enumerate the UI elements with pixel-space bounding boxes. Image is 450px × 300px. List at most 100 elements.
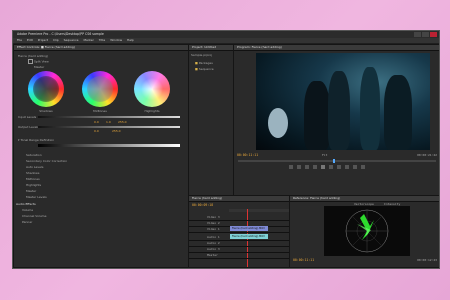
channel-volume-row[interactable]: Channel Volume xyxy=(22,214,46,218)
checkbox-icon xyxy=(28,59,33,64)
play-button[interactable] xyxy=(321,165,325,169)
effect-controls-tab[interactable]: Effect Controls: ■ Fierce (hard adding) xyxy=(14,45,188,51)
export-frame-button[interactable] xyxy=(361,165,365,169)
input-levels-slider[interactable] xyxy=(38,116,180,118)
figure-silhouette xyxy=(328,71,350,150)
program-fit-dropdown[interactable]: Fit xyxy=(322,153,327,157)
tonal-range-row[interactable]: ▾ Tonal Range Definition xyxy=(18,138,54,142)
menu-help[interactable]: Help xyxy=(127,38,134,43)
input-level-white[interactable]: 255.0 xyxy=(118,120,127,124)
program-timecode-current[interactable]: 00:00:11:11 xyxy=(237,153,258,157)
project-folder-packages[interactable]: ■ Packages xyxy=(195,61,213,65)
menu-bar: File Edit Project Clip Sequence Marker T… xyxy=(13,38,439,43)
menu-title[interactable]: Title xyxy=(99,38,105,43)
audio-clip[interactable]: Fierce (hard adding).MOV xyxy=(230,234,268,239)
timeline-panel: Fierce (hard adding) 00:00:09:18 Video 3… xyxy=(188,195,290,268)
highlights-wheel-center xyxy=(139,76,165,102)
step-forward-button[interactable] xyxy=(337,165,341,169)
program-video-frame[interactable] xyxy=(256,53,430,150)
project-panel: Project: Untitled Sample.prproj ■ Packag… xyxy=(188,44,234,196)
shadows-label: Shadows xyxy=(39,109,53,113)
title-bar: Adobe Premiere Pro - C:\Users\Desktop\PP… xyxy=(13,31,439,38)
midtones-label: Midtones xyxy=(93,109,107,113)
minimize-button[interactable] xyxy=(414,32,421,37)
vectorscope-display[interactable] xyxy=(324,206,410,256)
playhead[interactable] xyxy=(333,159,336,163)
step-back-button[interactable] xyxy=(289,165,293,169)
figure-silhouette xyxy=(384,75,412,150)
split-view-toggle[interactable]: Split View xyxy=(28,59,49,64)
output-level-black[interactable]: 0.0 xyxy=(94,129,99,133)
track-label: Audio 3 xyxy=(207,247,220,251)
vectorscope-graticule-icon xyxy=(345,209,389,253)
track-label: Video 3 xyxy=(207,215,220,219)
menu-marker[interactable]: Marker xyxy=(83,38,93,43)
menu-edit[interactable]: Edit xyxy=(27,38,33,43)
tonal-range-gradient[interactable] xyxy=(38,144,180,147)
project-file-label: Sample.prproj xyxy=(191,53,213,57)
track-video-1[interactable]: Video 1 Fierce (hard adding).MOV xyxy=(189,226,289,233)
shadows-wheel-center xyxy=(33,76,59,102)
effect-name: Fierce (hard adding) xyxy=(18,54,49,58)
master-levels-row[interactable]: Master Levels xyxy=(26,195,47,199)
folder-sequence-label: Sequence xyxy=(198,67,214,71)
go-to-out-button[interactable] xyxy=(329,165,333,169)
track-label: Master xyxy=(207,253,218,257)
reference-timecode-duration: 00:00:12:23 xyxy=(417,258,437,262)
menu-sequence[interactable]: Sequence xyxy=(64,38,79,43)
secondary-correction-row[interactable]: Secondary Color Correction xyxy=(26,159,67,163)
folder-icon: ■ xyxy=(195,67,198,71)
midtones-row[interactable]: Midtones xyxy=(26,177,40,181)
input-level-gamma[interactable]: 1.0 xyxy=(106,120,111,124)
figure-silhouette xyxy=(304,81,330,150)
project-folder-sequence[interactable]: ■ Sequence xyxy=(195,67,214,71)
auto-levels-row[interactable]: Auto Levels xyxy=(26,165,43,169)
maximize-button[interactable] xyxy=(422,32,429,37)
master-label: Master xyxy=(34,65,45,69)
mark-in-button[interactable] xyxy=(297,165,301,169)
shadows-color-wheel[interactable] xyxy=(28,71,64,107)
mark-out-button[interactable] xyxy=(305,165,309,169)
saturation-row[interactable]: Saturation xyxy=(26,153,42,157)
video-clip[interactable]: Fierce (hard adding).MOV xyxy=(230,226,268,231)
split-view-label: Split View xyxy=(33,59,49,64)
input-levels-label: Input Levels xyxy=(18,115,37,119)
reference-timecode-current[interactable]: 00:00:11:11 xyxy=(293,258,314,262)
project-tab[interactable]: Project: Untitled xyxy=(189,45,233,51)
timeline-timecode[interactable]: 00:00:09:18 xyxy=(192,203,213,207)
output-levels-slider[interactable] xyxy=(38,126,180,128)
volume-row[interactable]: Volume xyxy=(22,208,33,212)
track-label: Video 2 xyxy=(207,221,220,225)
program-timecode-duration: 00:00:21:22 xyxy=(417,153,437,157)
midtones-color-wheel[interactable] xyxy=(82,71,118,107)
track-label: Video 1 xyxy=(207,227,220,231)
audio-effects-header: Audio Effects xyxy=(16,202,36,206)
menu-clip[interactable]: Clip xyxy=(53,38,59,43)
output-levels-label: Output Levels xyxy=(18,125,39,129)
program-scrubber[interactable] xyxy=(238,159,436,163)
shadows-row[interactable]: Shadows xyxy=(26,171,39,175)
timeline-tab[interactable]: Fierce (hard adding) xyxy=(189,196,289,202)
menu-window[interactable]: Window xyxy=(110,38,122,43)
panner-row[interactable]: Panner xyxy=(22,220,32,224)
highlights-color-wheel[interactable] xyxy=(134,71,170,107)
track-master[interactable]: Master xyxy=(189,252,289,259)
program-tab[interactable]: Program: Fierce (hard adding) xyxy=(234,45,439,51)
highlights-row[interactable]: Highlights xyxy=(26,183,41,187)
master-row[interactable]: Master xyxy=(26,189,36,193)
close-button[interactable] xyxy=(430,32,437,37)
effect-controls-panel: Effect Controls: ■ Fierce (hard adding) … xyxy=(13,44,189,268)
folder-packages-label: Packages xyxy=(198,61,213,65)
window-title: Adobe Premiere Pro - C:\Users\Desktop\PP… xyxy=(17,32,104,36)
reference-monitor: Reference: Fierce (hard adding) Vectorsc… xyxy=(289,195,439,268)
time-ruler[interactable] xyxy=(229,209,289,212)
go-to-in-button[interactable] xyxy=(313,165,317,169)
folder-icon: ■ xyxy=(195,61,198,65)
premiere-window: Adobe Premiere Pro - C:\Users\Desktop\PP… xyxy=(12,30,440,269)
input-level-black[interactable]: 0.0 xyxy=(94,120,99,124)
extract-button[interactable] xyxy=(353,165,357,169)
menu-file[interactable]: File xyxy=(17,38,22,43)
menu-project[interactable]: Project xyxy=(38,38,48,43)
output-level-white[interactable]: 255.0 xyxy=(112,129,121,133)
lift-button[interactable] xyxy=(345,165,349,169)
